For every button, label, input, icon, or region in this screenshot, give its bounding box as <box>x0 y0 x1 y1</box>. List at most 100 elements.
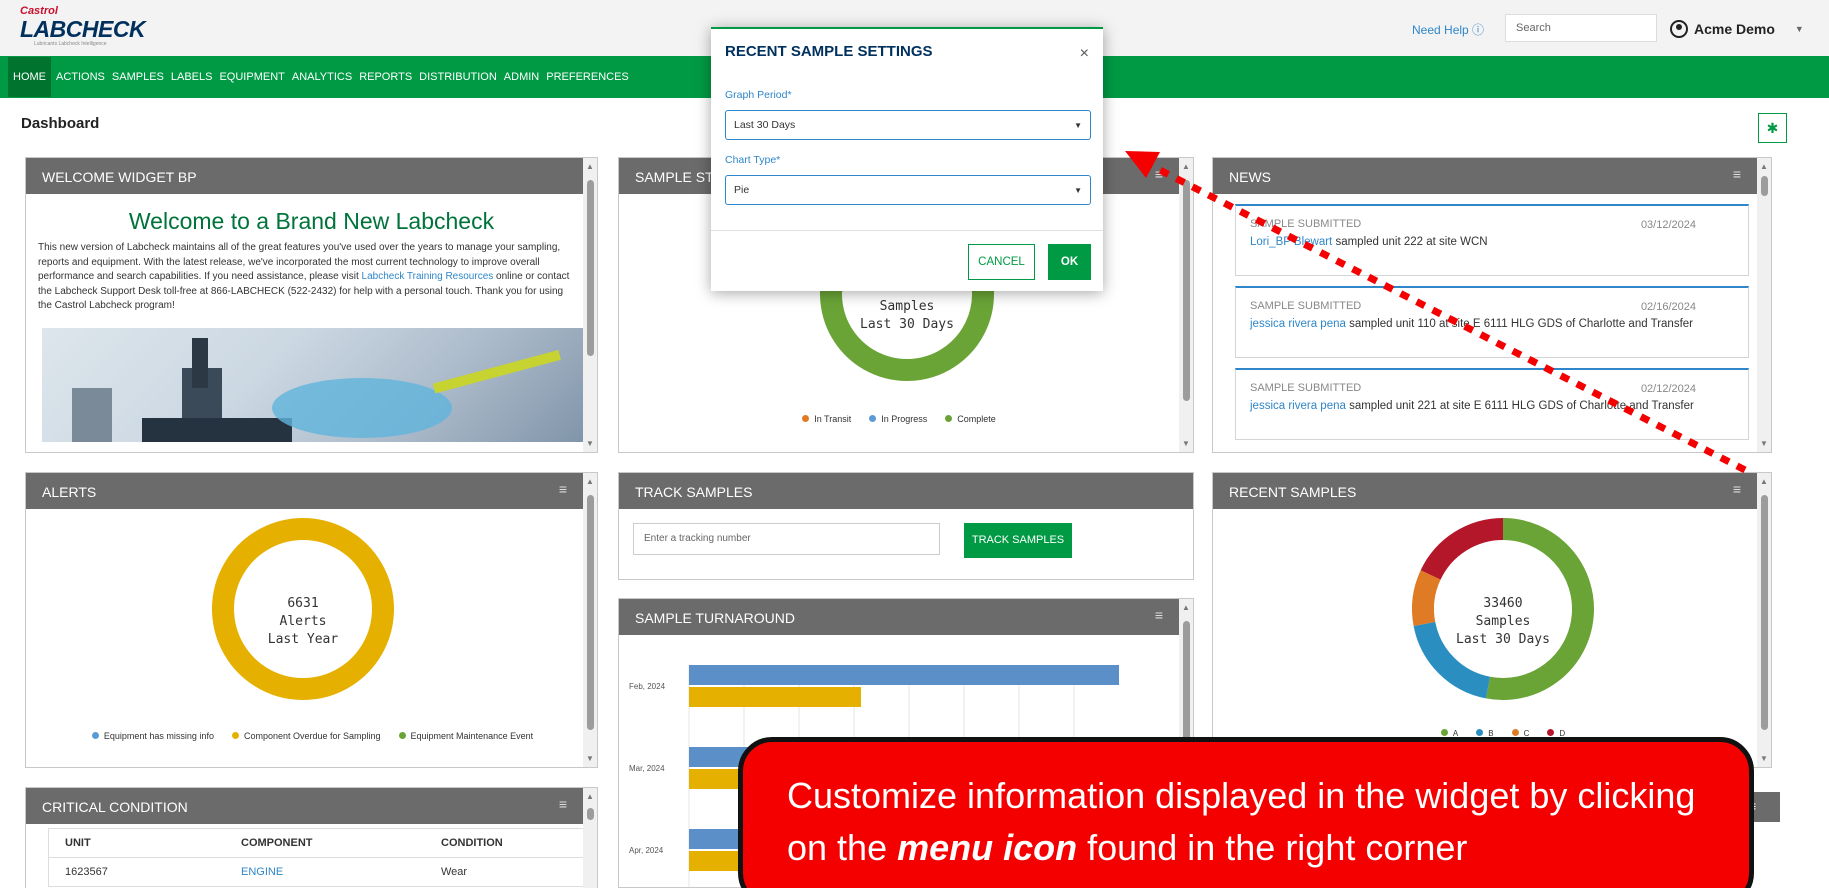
news-user-link[interactable]: Lori_BP Blewart <box>1250 236 1332 248</box>
widget-title: ALERTS <box>42 484 97 500</box>
menu-icon[interactable]: ≡ <box>559 481 567 497</box>
close-icon[interactable]: × <box>1080 45 1089 63</box>
widget-title: SAMPLE TURNAROUND <box>635 610 795 626</box>
widget-scrollbar[interactable]: ▲ ▼ <box>1179 158 1193 452</box>
chart-type-label: Chart Type* <box>725 154 781 166</box>
nav-item-analytics[interactable]: ANALYTICS <box>292 68 352 86</box>
lab-image <box>42 327 596 442</box>
legend-dot <box>231 732 239 739</box>
widget-header: RECENT SAMPLES ≡ <box>1213 473 1771 509</box>
menu-icon[interactable]: ≡ <box>559 796 567 812</box>
help-label: Need Help <box>1412 23 1469 37</box>
menu-icon[interactable]: ≡ <box>1733 166 1741 182</box>
scroll-thumb[interactable] <box>1761 176 1768 196</box>
nav-item-admin[interactable]: ADMIN <box>504 68 539 86</box>
donut-slice[interactable] <box>1420 518 1504 580</box>
scroll-thumb[interactable] <box>1761 495 1768 731</box>
scroll-up-icon: ▲ <box>586 792 594 801</box>
chart-legend: Equipment has missing info Component Over… <box>26 731 597 741</box>
news-item[interactable]: SAMPLE SUBMITTED 03/12/2024 Lori_BP Blewar… <box>1235 204 1749 276</box>
chart-type-select[interactable]: Pie ▼ <box>725 175 1091 205</box>
menu-icon[interactable]: ≡ <box>1733 481 1741 497</box>
welcome-text: This new version of Labcheck maintains a… <box>26 235 586 314</box>
legend-dot <box>1547 729 1555 736</box>
table-row[interactable]: 1623567 ENGINE Wear <box>48 858 597 887</box>
column-header: UNIT <box>65 837 91 849</box>
legend-label: In Transit <box>814 414 852 424</box>
legend-item[interactable]: Complete <box>945 414 996 424</box>
nav-item-labels[interactable]: LABELS <box>171 68 213 86</box>
scroll-thumb[interactable] <box>587 495 594 731</box>
user-icon <box>1670 20 1688 38</box>
scroll-down-icon: ▼ <box>1760 754 1768 763</box>
search-input[interactable]: Search <box>1505 14 1657 42</box>
widget-scrollbar[interactable]: ▲ ▼ <box>583 473 597 767</box>
news-date: 03/12/2024 <box>1640 219 1696 231</box>
help-link[interactable]: Need Help ⓘ <box>1412 21 1484 38</box>
scroll-down-icon: ▼ <box>1760 439 1768 448</box>
widget-scrollbar[interactable]: ▲ ▼ <box>1757 473 1771 767</box>
nav-item-equipment[interactable]: EQUIPMENT <box>219 68 284 86</box>
bar[interactable] <box>689 665 1119 685</box>
news-user-link[interactable]: jessica rivera pena <box>1250 318 1346 330</box>
table-header: UNIT COMPONENT CONDITION <box>48 828 597 858</box>
scroll-up-icon: ▲ <box>1182 162 1190 171</box>
widget-scrollbar[interactable]: ▲ <box>583 788 597 888</box>
nav-item-home[interactable]: HOME <box>8 57 51 97</box>
tracking-number-input[interactable]: Enter a tracking number <box>633 523 940 555</box>
widget-scrollbar[interactable]: ▲ ▼ <box>583 158 597 452</box>
scroll-thumb[interactable] <box>587 180 594 357</box>
page-title: Dashboard <box>21 115 100 132</box>
ok-button[interactable]: OK <box>1048 244 1091 280</box>
welcome-widget: WELCOME WIDGET BP Welcome to a Brand New… <box>25 157 598 453</box>
alerts-chart: 6631 Alerts Last Year <box>212 518 394 700</box>
nav-item-samples[interactable]: SAMPLES <box>112 68 164 86</box>
critical-table: UNIT COMPONENT CONDITION 1623567 ENGINE … <box>48 828 597 887</box>
track-samples-button[interactable]: TRACK SAMPLES <box>964 523 1072 558</box>
legend-item[interactable]: In Progress <box>869 414 927 424</box>
graph-period-label: Graph Period* <box>725 89 792 101</box>
training-resources-link[interactable]: Labcheck Training Resources <box>362 271 494 282</box>
nav-item-actions[interactable]: ACTIONS <box>56 68 105 86</box>
column-header: CONDITION <box>441 837 503 849</box>
donut-slice[interactable] <box>1412 570 1441 627</box>
component-link[interactable]: ENGINE <box>241 866 441 878</box>
widget-header: WELCOME WIDGET BP <box>26 158 597 194</box>
bar[interactable] <box>689 687 861 707</box>
recent-samples-widget: RECENT SAMPLES ≡ 33460 Samples Last 30 Da… <box>1212 472 1772 768</box>
news-text: jessica rivera pena sampled unit 221 at … <box>1250 400 1694 412</box>
legend-item[interactable]: Equipment Maintenance Event <box>398 731 534 741</box>
labcheck-logo[interactable]: Castrol LABCHECK Lubricants Labcheck Int… <box>20 6 146 48</box>
widget-scrollbar[interactable]: ▲ ▼ <box>1757 158 1771 452</box>
unit-cell: 1623567 <box>65 866 108 878</box>
nav-item-preferences[interactable]: PREFERENCES <box>546 68 629 86</box>
legend-item[interactable]: In Transit <box>802 414 851 424</box>
menu-icon[interactable]: ≡ <box>1155 607 1163 623</box>
condition-cell: Wear <box>441 866 468 878</box>
donut-center-line: Last 30 Days <box>860 317 954 332</box>
donut-center-value: 6631 <box>287 596 318 611</box>
graph-period-select[interactable]: Last 30 Days ▼ <box>725 110 1091 140</box>
news-item[interactable]: SAMPLE SUBMITTED 02/16/2024 jessica rivera… <box>1235 286 1749 358</box>
user-menu[interactable]: Acme Demo ▼ <box>1670 20 1804 38</box>
legend-label: Equipment Maintenance Event <box>410 731 534 741</box>
nav-item-distribution[interactable]: DISTRIBUTION <box>419 68 497 86</box>
legend-item[interactable]: Component Overdue for Sampling <box>231 731 381 741</box>
recent-sample-settings-dialog: RECENT SAMPLE SETTINGS × Graph Period* L… <box>711 27 1103 291</box>
scroll-thumb[interactable] <box>1183 180 1190 401</box>
scroll-thumb[interactable] <box>587 808 594 820</box>
legend-dot <box>1440 729 1448 736</box>
y-tick-label: Mar, 2024 <box>629 764 665 773</box>
cancel-button[interactable]: CANCEL <box>968 244 1035 280</box>
nav-item-reports[interactable]: REPORTS <box>359 68 412 86</box>
news-item[interactable]: SAMPLE SUBMITTED 02/12/2024 jessica rivera… <box>1235 368 1749 440</box>
widget-title: SAMPLE ST <box>635 169 714 185</box>
track-samples-widget: TRACK SAMPLES Enter a tracking number TR… <box>618 472 1194 580</box>
divider <box>711 230 1103 231</box>
dashboard-settings-button[interactable]: ✱ <box>1758 113 1787 143</box>
legend-label: Component Overdue for Sampling <box>243 731 381 741</box>
legend-item[interactable]: Equipment has missing info <box>91 731 214 741</box>
news-user-link[interactable]: jessica rivera pena <box>1250 400 1346 412</box>
menu-icon[interactable]: ≡ <box>1155 166 1163 182</box>
scroll-down-icon: ▼ <box>586 439 594 448</box>
